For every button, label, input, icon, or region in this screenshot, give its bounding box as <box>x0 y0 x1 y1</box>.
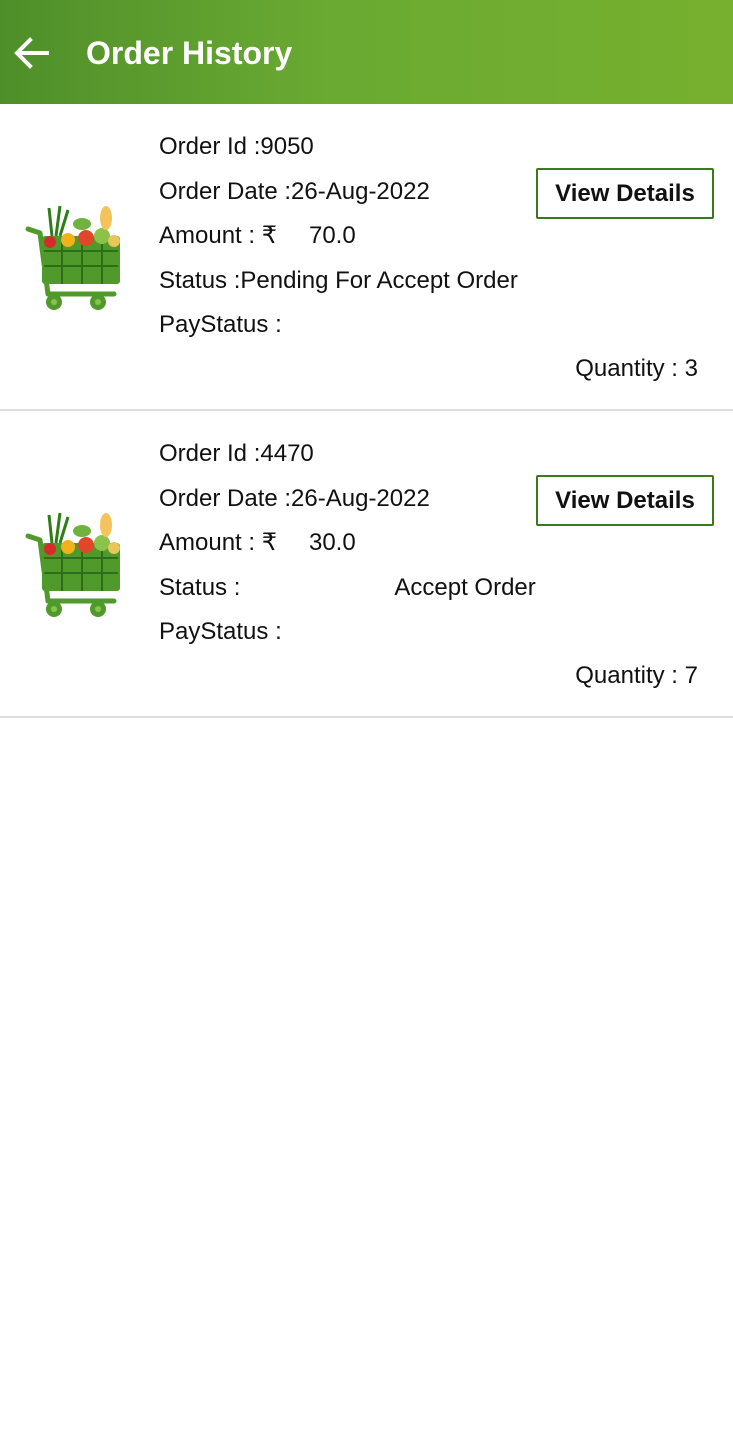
amount-value: 30.0 <box>308 529 356 556</box>
status-label: Status : <box>159 574 241 601</box>
grocery-cart-icon <box>25 512 120 617</box>
amount-label: Amount : ₹ <box>159 529 277 556</box>
order-id-value: 9050 <box>260 133 314 160</box>
paystatus-label: PayStatus : <box>159 311 282 338</box>
order-date-label: Order Date : <box>159 178 292 205</box>
order-card: Order Id : 4470 Order Date : 26-Aug-2022… <box>0 411 733 718</box>
page-title: Order History <box>86 35 293 71</box>
order-card: Order Id : 9050 Order Date : 26-Aug-2022… <box>0 104 733 411</box>
paystatus-label: PayStatus : <box>159 618 282 645</box>
status-label: Status : <box>159 267 241 294</box>
back-button[interactable] <box>8 30 54 76</box>
arrow-left-icon <box>14 37 49 69</box>
grocery-cart-icon <box>25 205 120 310</box>
amount-row: Amount : ₹ 70.0 <box>159 219 356 253</box>
view-details-button[interactable]: View Details <box>536 475 714 526</box>
quantity-row: Quantity : 3 <box>575 352 698 386</box>
amount-label: Amount : ₹ <box>159 222 277 249</box>
order-id-label: Order Id : <box>159 440 261 467</box>
status-row: Status : Pending For Accept Order <box>159 264 518 298</box>
status-value: Accept Order <box>394 574 536 601</box>
quantity-value: 3 <box>684 355 698 382</box>
order-date-label: Order Date : <box>159 485 292 512</box>
app-bar: Order History <box>0 0 733 104</box>
quantity-label: Quantity : <box>575 662 685 689</box>
order-id-value: 4470 <box>260 440 314 467</box>
order-date-row: Order Date : 26-Aug-2022 <box>159 482 430 516</box>
amount-value: 70.0 <box>308 222 356 249</box>
order-date-value: 26-Aug-2022 <box>291 485 430 512</box>
order-date-value: 26-Aug-2022 <box>291 178 430 205</box>
quantity-row: Quantity : 7 <box>575 659 698 693</box>
paystatus-row: PayStatus : <box>159 615 282 649</box>
order-id-row: Order Id : 9050 <box>159 130 314 164</box>
order-id-row: Order Id : 4470 <box>159 437 314 471</box>
quantity-label: Quantity : <box>575 355 685 382</box>
order-date-row: Order Date : 26-Aug-2022 <box>159 175 430 209</box>
paystatus-row: PayStatus : <box>159 308 282 342</box>
status-row: Status : Accept Order <box>159 571 536 605</box>
amount-row: Amount : ₹ 30.0 <box>159 526 356 560</box>
quantity-value: 7 <box>684 662 698 689</box>
view-details-button[interactable]: View Details <box>536 168 714 219</box>
status-value: Pending For Accept Order <box>240 267 518 294</box>
order-id-label: Order Id : <box>159 133 261 160</box>
